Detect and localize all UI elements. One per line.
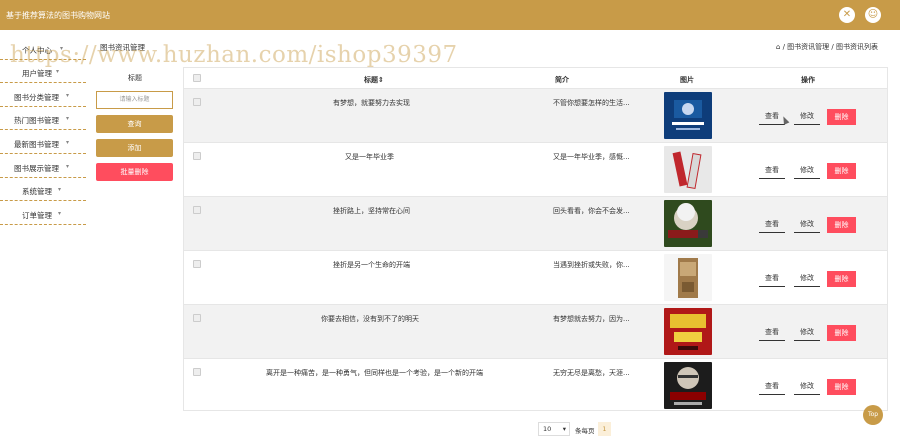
sort-icon[interactable]: ⇕: [378, 76, 384, 84]
sidebar-item-label: 系统管理: [22, 187, 52, 196]
sidebar-item-label: 热门图书管理: [14, 116, 59, 125]
sidebar-item-book-display[interactable]: 图书展示管理 ▾: [0, 156, 86, 178]
row-title: 离开是一种痛苦，是一种勇气，但同样也是一个考验，是一个新的开端: [266, 369, 483, 377]
query-button[interactable]: 查询: [96, 115, 173, 133]
top-bar: 基于推荐算法的图书购物网站 ✕ ☺: [0, 0, 900, 30]
chevron-down-icon: ▾: [66, 163, 70, 170]
title-search-input[interactable]: 请输入标题: [96, 91, 173, 109]
column-header-picture: 图片: [680, 76, 694, 84]
row-intro: 有梦想就去努力，因为...: [553, 315, 630, 323]
back-to-top-button[interactable]: Top: [863, 405, 883, 425]
sidebar-item-label: 订单管理: [22, 211, 52, 220]
row-intro: 又是一年毕业季，感慨...: [553, 153, 630, 161]
delete-button[interactable]: 删除: [827, 163, 856, 179]
edit-button[interactable]: 修改: [794, 163, 820, 179]
row-checkbox[interactable]: [193, 98, 201, 106]
sidebar-item-label: 用户管理: [22, 69, 52, 78]
sidebar-item-book-category[interactable]: 图书分类管理 ▾: [0, 85, 86, 107]
book-cover-image: [664, 92, 712, 139]
watermark-text: https://www.huzhan.com/ishop39397: [10, 42, 458, 68]
book-cover-image: [664, 200, 712, 247]
batch-delete-button[interactable]: 批量删除: [96, 163, 173, 181]
delete-button[interactable]: 删除: [827, 109, 856, 125]
page-number-button[interactable]: 1: [598, 422, 611, 436]
row-intro: 回头看看，你会不会发...: [553, 207, 630, 215]
table-row: 挫折是另一个生命的开端 当遇到挫折或失败，你... 查看 修改 删除: [184, 251, 887, 305]
view-button[interactable]: 查看: [759, 217, 785, 233]
row-title: 又是一年毕业季: [345, 153, 394, 161]
sidebar: 个人中心 ▾ 用户管理 ▾ 图书分类管理 ▾ 热门图书管理 ▾ 最新图书管理 ▾…: [0, 30, 88, 441]
add-button[interactable]: 添加: [96, 139, 173, 157]
chevron-down-icon: ▾: [58, 210, 62, 217]
row-title: 你要去相信，没有到不了的明天: [321, 315, 419, 323]
delete-button[interactable]: 删除: [827, 271, 856, 287]
edit-button[interactable]: 修改: [794, 109, 820, 125]
view-button[interactable]: 查看: [759, 325, 785, 341]
edit-button[interactable]: 修改: [794, 379, 820, 395]
row-checkbox[interactable]: [193, 152, 201, 160]
view-button[interactable]: 查看: [759, 163, 785, 179]
view-button[interactable]: 查看: [759, 271, 785, 287]
sidebar-item-new-books[interactable]: 最新图书管理 ▾: [0, 132, 86, 154]
table-row: 挫折路上，坚持常在心间 回头看看，你会不会发... 查看 修改 删除: [184, 197, 887, 251]
chevron-down-icon: ▾: [562, 425, 566, 433]
breadcrumb-text: / 图书资讯管理 / 图书资讯列表: [782, 43, 878, 51]
row-title: 有梦想，就要努力去实现: [333, 99, 410, 107]
column-header-actions: 操作: [801, 76, 815, 84]
fullscreen-icon[interactable]: ✕: [839, 7, 855, 23]
delete-button[interactable]: 删除: [827, 379, 856, 395]
row-intro: 当遇到挫折或失败，你...: [553, 261, 630, 269]
row-checkbox[interactable]: [193, 206, 201, 214]
sidebar-item-orders[interactable]: 订单管理 ▾: [0, 203, 86, 225]
breadcrumb: ⌂ / 图书资讯管理 / 图书资讯列表: [776, 42, 878, 52]
row-checkbox[interactable]: [193, 368, 201, 376]
book-cover-image: [664, 146, 712, 193]
app-title: 基于推荐算法的图书购物网站: [6, 11, 110, 20]
book-cover-image: [664, 254, 712, 301]
table-header: 标题⇕ 简介 图片 操作: [184, 68, 887, 89]
table-row: 离开是一种痛苦，是一种勇气，但同样也是一个考验，是一个新的开端 无穷无尽是离愁，…: [184, 359, 887, 413]
edit-button[interactable]: 修改: [794, 325, 820, 341]
edit-button[interactable]: 修改: [794, 271, 820, 287]
sidebar-item-system[interactable]: 系统管理 ▾: [0, 179, 86, 201]
chevron-down-icon: ▾: [66, 115, 70, 122]
sidebar-item-label: 最新图书管理: [14, 140, 59, 149]
home-icon[interactable]: ⌂: [776, 43, 780, 51]
view-button[interactable]: 查看: [759, 379, 785, 395]
column-header-intro: 简介: [555, 76, 569, 84]
user-avatar-icon[interactable]: ☺: [865, 7, 881, 23]
column-header-title[interactable]: 标题⇕: [364, 75, 384, 85]
select-all-checkbox[interactable]: [193, 74, 201, 82]
search-label: 标题: [128, 74, 142, 82]
delete-button[interactable]: 删除: [827, 217, 856, 233]
chevron-down-icon: ▾: [66, 139, 70, 146]
edit-button[interactable]: 修改: [794, 217, 820, 233]
row-checkbox[interactable]: [193, 314, 201, 322]
row-title: 挫折是另一个生命的开端: [333, 261, 410, 269]
chevron-down-icon: ▾: [56, 68, 60, 75]
table-row: 又是一年毕业季 又是一年毕业季，感慨... 查看 修改 删除: [184, 143, 887, 197]
chevron-down-icon: ▾: [66, 92, 70, 99]
row-intro: 不管你想要怎样的生活...: [553, 99, 630, 107]
book-cover-image: [664, 362, 712, 409]
per-page-label: 条每页: [575, 427, 595, 435]
chevron-down-icon: ▾: [58, 186, 62, 193]
delete-button[interactable]: 删除: [827, 325, 856, 341]
row-checkbox[interactable]: [193, 260, 201, 268]
sidebar-item-label: 图书分类管理: [14, 93, 59, 102]
book-cover-image: [664, 308, 712, 355]
sidebar-item-label: 图书展示管理: [14, 164, 59, 173]
table-row: 你要去相信，没有到不了的明天 有梦想就去努力，因为... 查看 修改 删除: [184, 305, 887, 359]
row-title: 挫折路上，坚持常在心间: [333, 207, 410, 215]
row-intro: 无穷无尽是离愁，天涯...: [553, 369, 630, 377]
page-size-select[interactable]: 10 ▾: [538, 422, 570, 436]
sidebar-item-hot-books[interactable]: 热门图书管理 ▾: [0, 108, 86, 130]
